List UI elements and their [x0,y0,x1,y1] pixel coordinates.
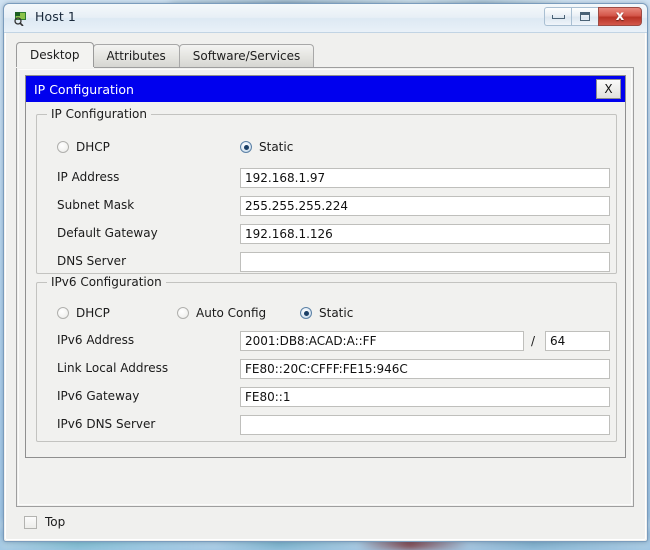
ipv4-mode-dhcp[interactable]: DHCP [57,140,110,154]
ipv6-mode-auto-config[interactable]: Auto Config [177,306,266,320]
ipv6-dns-server-input[interactable] [240,415,610,435]
ipv6-gateway-input[interactable]: FE80::1 [240,387,610,407]
window-title: Host 1 [35,9,76,24]
maximize-button[interactable] [571,7,598,26]
ipv4-default-gateway-label: Default Gateway [57,226,158,240]
tab-software-services[interactable]: Software/Services [178,44,315,67]
ipv6-row-gateway: IPv6 Gateway FE80::1 [37,387,616,409]
top-checkbox-row[interactable]: Top [24,515,65,529]
top-checkbox[interactable] [24,515,37,529]
ipv4-subnet-mask-input[interactable]: 255.255.255.224 [240,196,610,216]
desktop-content-panel: IP Configuration X IP Configuration DHCP… [16,67,634,507]
ipv6-mode-dhcp[interactable]: DHCP [57,306,110,320]
window-titlebar[interactable]: Host 1 x [4,4,647,33]
ipv6-mode-static-label: Static [319,306,354,320]
ipv6-link-local-input[interactable]: FE80::20C:CFFF:FE15:946C [240,359,610,379]
ipv4-dns-server-label: DNS Server [57,254,126,268]
dialog-close-icon: X [604,82,613,96]
ipv6-mode-auto-config-label: Auto Config [196,306,267,320]
tab-strip: Desktop Attributes Software/Services [16,42,647,67]
tab-desktop[interactable]: Desktop [16,42,94,67]
ipv6-configuration-group: IPv6 Configuration DHCP Auto Config Stat… [36,275,617,442]
dialog-title: IP Configuration [34,81,134,97]
ipv6-row-link-local: Link Local Address FE80::20C:CFFF:FE15:9… [37,359,616,381]
minimize-icon [551,14,565,19]
ipv4-mode-static[interactable]: Static [240,140,293,154]
tab-desktop-label: Desktop [30,48,80,62]
ipv4-subnet-mask-label: Subnet Mask [57,198,135,212]
close-icon: x [615,9,625,24]
ipv4-default-gateway-input[interactable]: 192.168.1.126 [240,224,610,244]
ipv4-group-title: IP Configuration [47,107,151,121]
ipv4-mode-static-label: Static [259,140,294,154]
tab-attributes-label: Attributes [106,49,166,63]
ipv4-ip-address-input[interactable]: 192.168.1.97 [240,168,610,188]
host-window: Host 1 x Desktop Attributes Software/Ser… [3,3,648,542]
ipv6-row-address: IPv6 Address 2001:DB8:ACAD:A::FF / 64 [37,331,616,353]
ipv6-mode-static[interactable]: Static [300,306,353,320]
dialog-titlebar[interactable]: IP Configuration X [26,76,625,102]
close-button[interactable]: x [598,7,642,26]
ipv6-group-title: IPv6 Configuration [47,275,166,289]
ipv6-prefix-length-input[interactable]: 64 [545,331,610,351]
ipv4-dns-server-input[interactable] [240,252,610,272]
radio-icon [240,141,252,153]
tab-attributes[interactable]: Attributes [92,44,180,67]
ip-configuration-dialog: IP Configuration X IP Configuration DHCP… [25,75,626,458]
tab-software-services-label: Software/Services [192,49,301,63]
ipv4-ip-address-label: IP Address [57,170,120,184]
ipv6-link-local-label: Link Local Address [57,361,169,375]
ipv6-gateway-label: IPv6 Gateway [57,389,140,403]
dialog-close-button[interactable]: X [596,79,621,99]
ipv6-address-label: IPv6 Address [57,333,135,347]
ipv6-dns-server-label: IPv6 DNS Server [57,417,156,431]
top-checkbox-label: Top [45,515,66,529]
ipv4-row-dns-server: DNS Server [37,252,616,274]
ipv6-prefix-separator: / [531,334,536,348]
ipv4-row-default-gateway: Default Gateway 192.168.1.126 [37,224,616,246]
ipv6-row-dns-server: IPv6 DNS Server [37,415,616,437]
ipv4-mode-dhcp-label: DHCP [76,140,110,154]
minimize-button[interactable] [544,7,571,26]
caption-buttons: x [544,7,642,26]
ipv4-row-ip-address: IP Address 192.168.1.97 [37,168,616,190]
radio-icon [57,141,69,153]
ipv4-row-subnet-mask: Subnet Mask 255.255.255.224 [37,196,616,218]
radio-icon [177,307,189,319]
maximize-icon [580,12,590,21]
radio-icon [57,307,69,319]
ipv6-address-input[interactable]: 2001:DB8:ACAD:A::FF [240,331,524,351]
ipv6-mode-dhcp-label: DHCP [76,306,110,320]
radio-icon [300,307,312,319]
ipv4-configuration-group: IP Configuration DHCP Static IP Address … [36,107,617,274]
host-device-icon [13,10,29,27]
